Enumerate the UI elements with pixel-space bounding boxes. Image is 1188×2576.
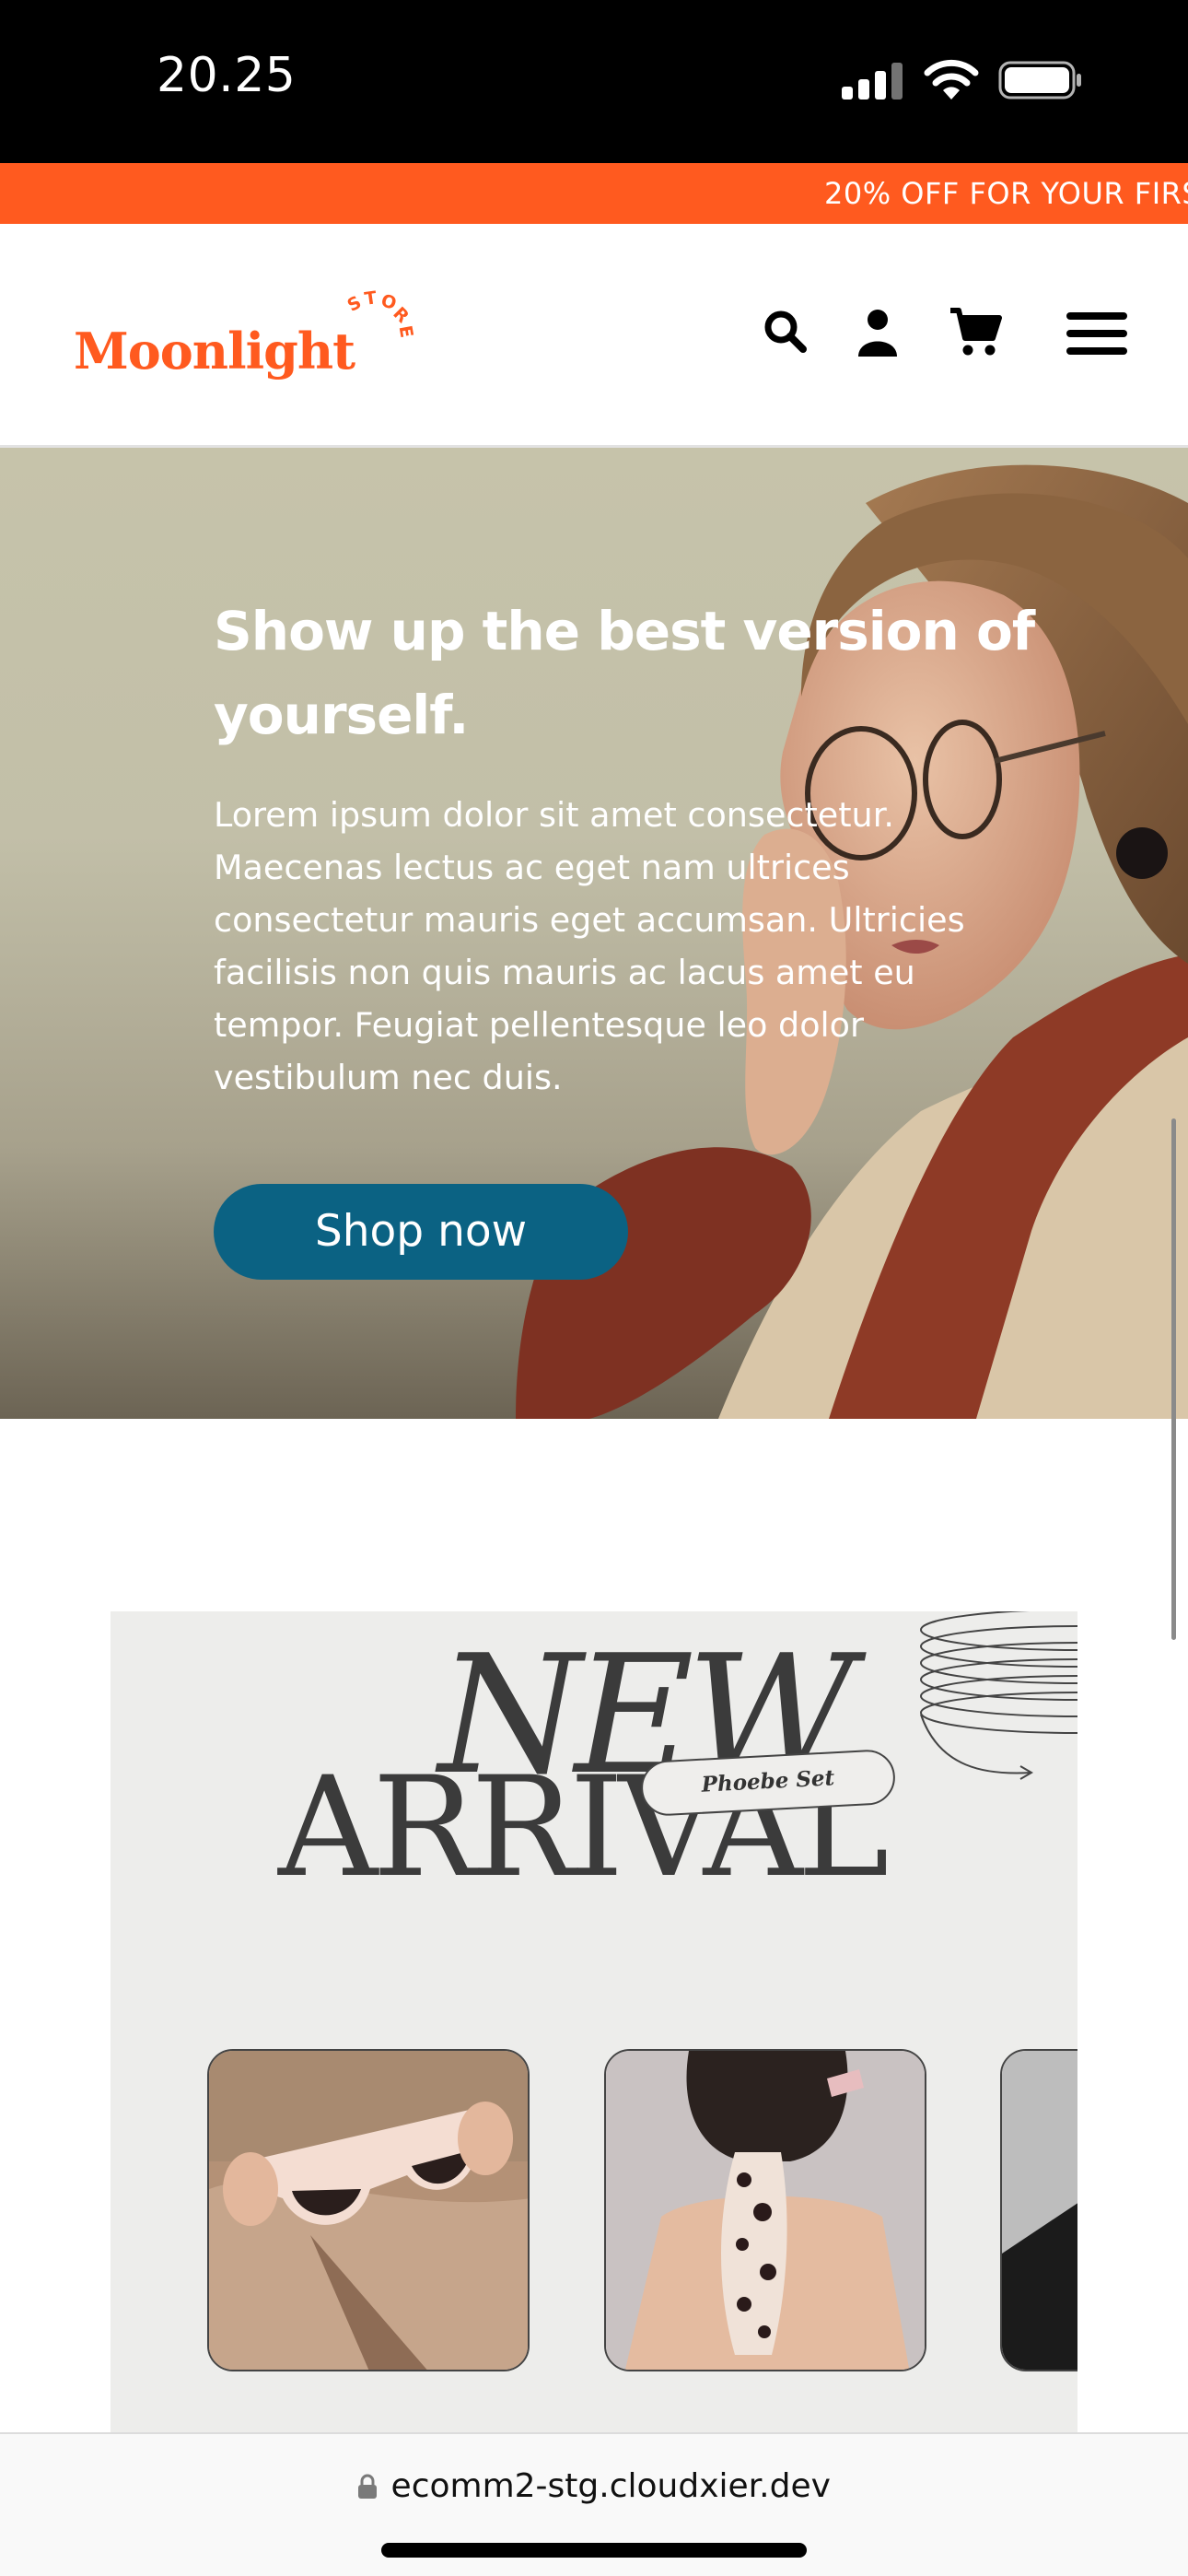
store-logo[interactable]: Moonlight S T O R E <box>74 287 416 390</box>
cart-icon[interactable] <box>949 307 1002 358</box>
product-thumb-bag[interactable] <box>1000 2049 1077 2371</box>
url-text: ecomm2-stg.cloudxier.dev <box>390 2467 831 2505</box>
hero-banner: Show up the best version of yourself. Lo… <box>0 448 1188 1419</box>
search-icon[interactable] <box>763 309 809 355</box>
menu-icon[interactable] <box>1066 312 1127 355</box>
hair-scarf-photo <box>606 2051 925 2370</box>
promo-banner: 20% OFF FOR YOUR FIRST ORDER <box>0 163 1188 224</box>
cellular-signal-icon <box>842 63 903 100</box>
wifi-icon <box>924 59 979 100</box>
bag-photo <box>1002 2051 1077 2370</box>
product-thumb-sunglasses[interactable] <box>207 2049 530 2371</box>
lock-icon <box>358 2474 378 2499</box>
user-icon[interactable] <box>856 309 899 357</box>
hero-description: Lorem ipsum dolor sit amet consectetur. … <box>214 795 965 1097</box>
product-thumb-hair-scarf[interactable] <box>604 2049 926 2371</box>
shop-now-button[interactable]: Shop now <box>214 1184 628 1280</box>
swirl-decoration-icon <box>920 1611 1077 1780</box>
status-bar: 20.25 <box>0 0 1188 163</box>
home-indicator[interactable] <box>381 2543 807 2558</box>
logo-wordmark: Moonlight <box>74 322 355 381</box>
collection-tag-label: Phoebe Set <box>701 1765 835 1797</box>
logo-store-badge: S T O R E <box>344 287 417 340</box>
status-time: 20.25 <box>157 48 297 103</box>
url-field[interactable]: ecomm2-stg.cloudxier.dev <box>0 2467 1188 2523</box>
sunglasses-photo <box>209 2051 528 2370</box>
page-scrollbar[interactable] <box>1171 1118 1176 1640</box>
new-arrival-banner[interactable]: NEW ARRIVAL Phoebe Set <box>111 1611 1077 2432</box>
site-header: Moonlight S T O R E <box>0 224 1188 448</box>
hero-title: Show up the best version of yourself. <box>214 600 1035 746</box>
promo-text: 20% OFF FOR YOUR FIRST ORDER <box>824 176 1188 211</box>
battery-icon <box>998 61 1081 100</box>
